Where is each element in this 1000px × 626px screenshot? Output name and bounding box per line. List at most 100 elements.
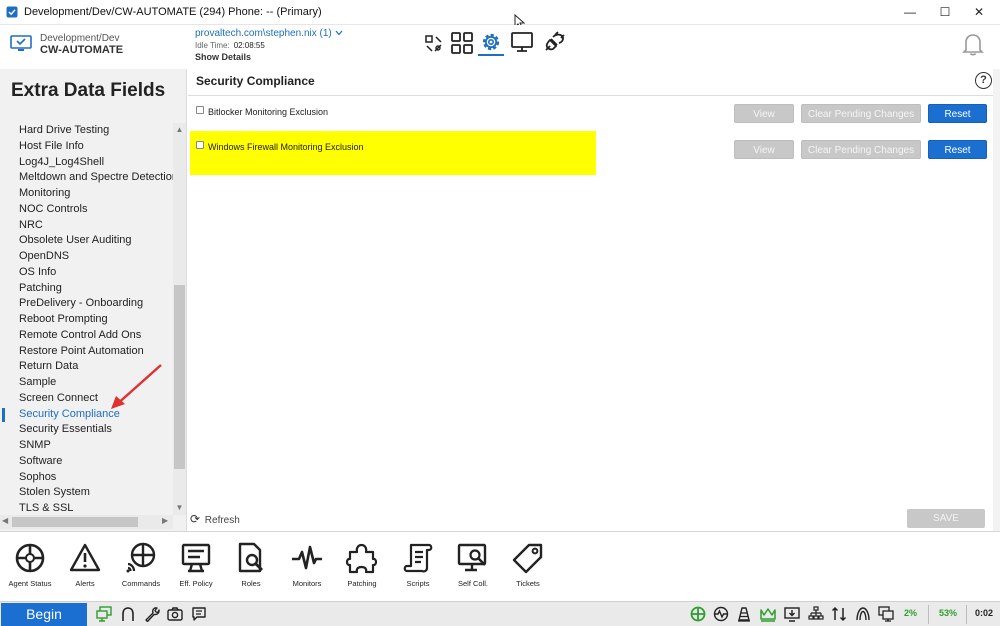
user-name: provaltech.com\stephen.nix (1)	[195, 28, 332, 39]
reset-button[interactable]: Reset	[928, 104, 987, 123]
scroll-up-icon[interactable]: ▲	[173, 125, 186, 134]
toolbar-label: Agent Status	[8, 579, 52, 588]
sidebar-item[interactable]: Restore Point Automation	[0, 344, 173, 360]
roles-icon	[238, 542, 263, 573]
sidebar-item[interactable]: Meltdown and Spectre Detection	[0, 170, 173, 186]
remote-tools-icon[interactable]	[424, 34, 444, 54]
plug-icon[interactable]	[542, 30, 566, 54]
agent-status-ok-icon[interactable]	[690, 606, 706, 622]
monitor-icon[interactable]	[510, 30, 534, 54]
sidebar-item[interactable]: Host File Info	[0, 139, 173, 155]
sidebar-item[interactable]: Hard Drive Testing	[0, 123, 173, 139]
gear-icon	[482, 33, 500, 51]
sidebar-item[interactable]: NRC	[0, 218, 173, 234]
sync-arrows-icon[interactable]	[831, 606, 847, 622]
sidebar-item[interactable]: Remote Control Add Ons	[0, 328, 173, 344]
idle-value: 02:08:55	[233, 41, 265, 50]
headset-icon[interactable]	[120, 606, 136, 622]
clear-pending-changes-button[interactable]: Clear Pending Changes	[801, 140, 921, 159]
sidebar-item[interactable]: NOC Controls	[0, 202, 173, 218]
view-button[interactable]: View	[734, 104, 794, 123]
camera-icon[interactable]	[167, 606, 183, 622]
maximize-button[interactable]: ☐	[928, 0, 962, 24]
bell-icon[interactable]	[960, 31, 986, 57]
save-button[interactable]: SAVE	[907, 509, 985, 528]
scroll-left-icon[interactable]: ◀	[2, 516, 8, 525]
refresh-button[interactable]: ⟳ Refresh	[190, 512, 240, 526]
wrench-icon[interactable]	[144, 606, 160, 622]
toolbar-agent-status[interactable]: Agent Status	[2, 542, 58, 588]
remote-signal-icon[interactable]	[855, 606, 871, 622]
toolbar-tickets[interactable]: Tickets	[500, 542, 556, 588]
cone-icon[interactable]	[736, 606, 752, 622]
patching-icon	[346, 543, 378, 574]
sidebar-item[interactable]: Monitoring	[0, 186, 173, 202]
toolbar-label: Scripts	[406, 579, 430, 588]
view-button[interactable]: View	[734, 140, 794, 159]
computers-icon[interactable]	[96, 606, 112, 622]
user-dropdown[interactable]: provaltech.com\stephen.nix (1)	[195, 28, 343, 39]
sidebar-horizontal-scrollbar[interactable]: ◀ ▶	[0, 515, 173, 529]
taskbar-divider	[966, 605, 967, 624]
toolbar-roles[interactable]: Roles	[223, 542, 279, 588]
main-header: Security Compliance ?	[188, 69, 1000, 96]
sidebar-item[interactable]: Sophos	[0, 470, 173, 486]
close-button[interactable]: ✕	[962, 0, 996, 24]
windows-firewall-checkbox[interactable]	[196, 141, 204, 149]
scroll-right-icon[interactable]: ▶	[162, 516, 168, 525]
chat-icon[interactable]	[191, 606, 207, 622]
toolbar-patching[interactable]: Patching	[334, 542, 390, 588]
sidebar-item[interactable]: Patching	[0, 281, 173, 297]
sidebar-item[interactable]: Security Essentials	[0, 422, 173, 438]
download-monitor-icon[interactable]	[784, 606, 800, 622]
refresh-label: Refresh	[204, 515, 240, 526]
ticket-icon	[512, 543, 543, 574]
sidebar-item[interactable]: Obsolete User Auditing	[0, 233, 173, 249]
sidebar-item[interactable]: Log4J_Log4Shell	[0, 155, 173, 171]
clear-pending-changes-button[interactable]: Clear Pending Changes	[801, 104, 921, 123]
toolbar-self-coll[interactable]: Self Coll.	[445, 542, 501, 588]
sidebar-item[interactable]: Software	[0, 454, 173, 470]
toolbar-alerts[interactable]: Alerts	[57, 542, 113, 588]
site-name: CW-AUTOMATE	[40, 44, 124, 56]
grid-icon[interactable]	[450, 31, 474, 55]
sidebar-vertical-scrollbar[interactable]: ▲ ▼	[173, 123, 186, 515]
sidebar-item[interactable]: OpenDNS	[0, 249, 173, 265]
minimize-button[interactable]: —	[893, 0, 927, 24]
show-details-link[interactable]: Show Details	[195, 52, 251, 62]
scroll-down-icon[interactable]: ▼	[173, 503, 186, 512]
bitlocker-checkbox[interactable]	[196, 106, 204, 114]
computer-logo-icon	[10, 35, 32, 51]
red-arrow-annotation	[111, 364, 162, 409]
alert-icon	[69, 543, 101, 572]
toolbar-scripts[interactable]: Scripts	[390, 542, 446, 588]
field-label-wrap: Bitlocker Monitoring Exclusion	[190, 103, 490, 123]
toolbar-monitors[interactable]: Monitors	[279, 542, 335, 588]
scroll-thumb[interactable]	[12, 517, 138, 527]
toolbar-label: Alerts	[75, 579, 95, 588]
window-title: Development/Dev/CW-AUTOMATE (294) Phone:…	[24, 6, 322, 18]
bottom-toolbar: Agent Status Alerts Commands Eff. Policy	[0, 531, 1000, 601]
sidebar-item[interactable]: OS Info	[0, 265, 173, 281]
sidebar-item[interactable]: PreDelivery - Onboarding	[0, 296, 173, 312]
gear-tab[interactable]	[478, 28, 504, 56]
sidebar-item[interactable]: Reboot Prompting	[0, 312, 173, 328]
sidebar-item[interactable]: Stolen System	[0, 485, 173, 501]
taskbar-divider	[928, 605, 929, 624]
scroll-thumb[interactable]	[174, 285, 185, 469]
crown-icon[interactable]	[760, 606, 776, 622]
policy-icon	[181, 543, 211, 573]
field-row-bitlocker: Bitlocker Monitoring Exclusion View Clea…	[188, 103, 993, 127]
toolbar-label: Self Coll.	[457, 579, 488, 588]
reset-button[interactable]: Reset	[928, 140, 987, 159]
toolbar-eff-policy[interactable]: Eff. Policy	[168, 542, 224, 588]
begin-button[interactable]: Begin	[1, 603, 87, 626]
main-vertical-scrollbar[interactable]	[993, 69, 1000, 531]
sidebar-item[interactable]: SNMP	[0, 438, 173, 454]
chevron-down-icon	[335, 30, 342, 36]
network-tree-icon[interactable]	[808, 606, 824, 622]
toolbar-commands[interactable]: Commands	[113, 542, 169, 588]
help-icon[interactable]: ?	[975, 72, 992, 89]
screens-icon[interactable]	[878, 606, 894, 622]
heartbeat-icon[interactable]	[713, 606, 729, 622]
